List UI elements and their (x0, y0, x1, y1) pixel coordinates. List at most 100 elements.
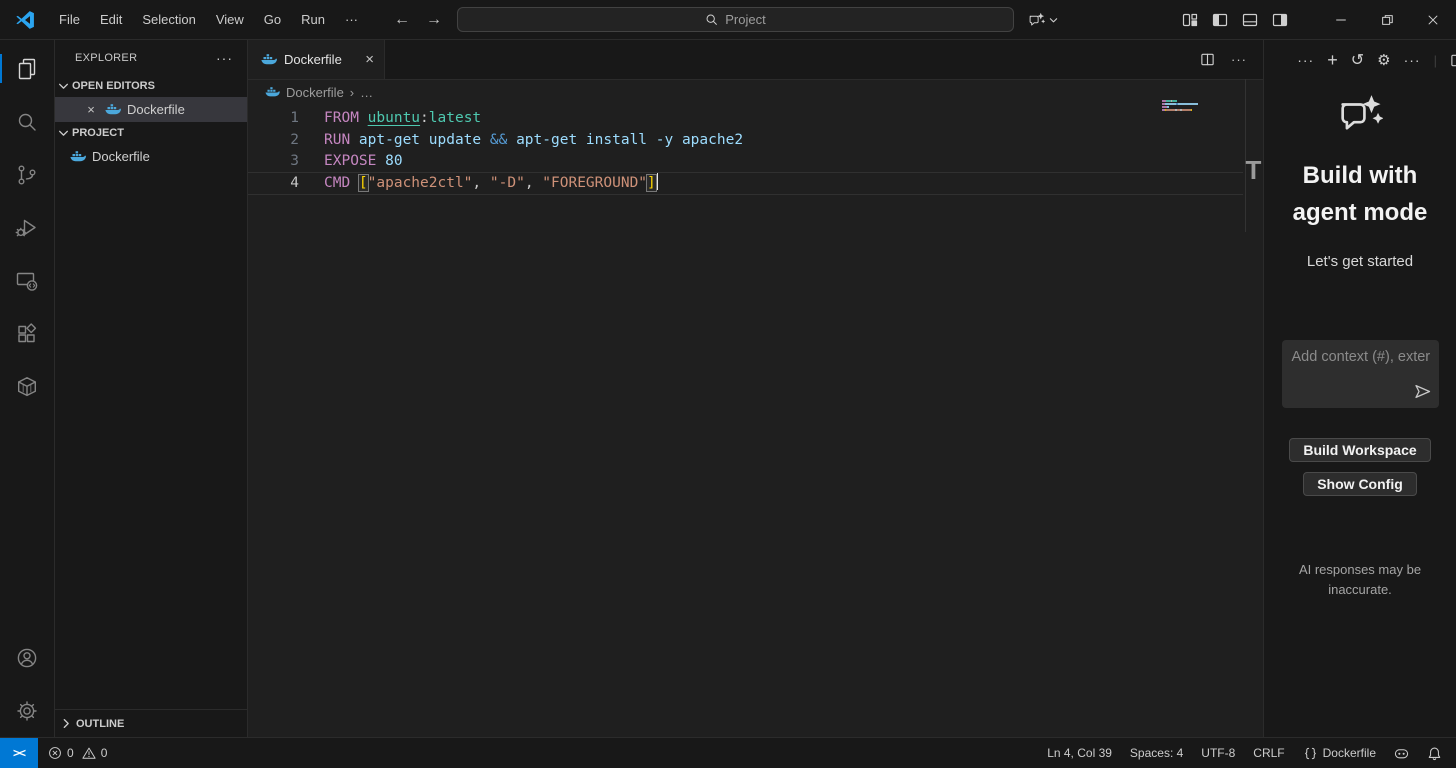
chat-more-icon[interactable]: ··· (1297, 52, 1314, 68)
forward-arrow-icon[interactable]: → (426, 11, 442, 29)
project-file-list: Dockerfile (55, 144, 247, 169)
tab-dockerfile[interactable]: Dockerfile × (248, 40, 385, 79)
chevron-down-icon (58, 81, 69, 92)
tab-close-icon[interactable]: × (365, 51, 374, 68)
customize-layout-icon[interactable] (1182, 12, 1198, 28)
status-bell[interactable] (1427, 746, 1442, 761)
menu-selection[interactable]: Selection (132, 7, 205, 33)
activity-docker[interactable] (0, 360, 54, 413)
vscode-logo-icon (15, 10, 35, 30)
toggle-panel-icon[interactable] (1242, 12, 1258, 28)
editor-more-actions-icon[interactable]: ··· (1231, 52, 1247, 67)
remote-indicator[interactable]: >< (0, 738, 38, 768)
restore-button[interactable] (1364, 0, 1410, 40)
menu-more[interactable]: ··· (335, 7, 368, 33)
editor-group: Dockerfile × ··· Dockerfile › … T 1 FROM … (248, 40, 1263, 737)
layout-controls (1182, 0, 1288, 40)
explorer-more-actions[interactable]: ··· (216, 50, 233, 66)
close-editor-icon[interactable]: × (83, 102, 99, 117)
minimize-button[interactable] (1318, 0, 1364, 40)
token-operator: && (489, 131, 517, 148)
code-editor[interactable]: T 1 FROM ubuntu:latest 2 RUN apt-get update… (248, 79, 1263, 737)
status-utf-8[interactable]: UTF-8 (1201, 746, 1235, 760)
back-arrow-icon[interactable]: ← (394, 11, 410, 29)
status-label: CRLF (1253, 746, 1285, 760)
chat-input[interactable]: Add context (#), exter (1281, 340, 1439, 408)
activity-source-control[interactable] (0, 148, 54, 201)
code-line-4[interactable]: 4 CMD ["apache2ctl", "-D", "FOREGROUND"] (248, 171, 1263, 195)
breadcrumb-file[interactable]: Dockerfile (286, 85, 344, 100)
status-dockerfile[interactable]: Dockerfile (1303, 746, 1376, 761)
titlebar-copilot-menu[interactable] (1028, 0, 1058, 40)
breadcrumb-more[interactable]: … (360, 85, 373, 100)
line-number: 4 (290, 174, 299, 191)
problems-status[interactable]: 0 0 (48, 746, 107, 760)
activity-extensions[interactable] (0, 307, 54, 360)
activity-bar (0, 40, 55, 737)
open-editor-item[interactable]: × Dockerfile (55, 97, 247, 122)
docker-file-icon (70, 151, 86, 163)
activity-settings[interactable] (0, 684, 54, 737)
status-copilot[interactable] (1394, 746, 1409, 761)
menu-view[interactable]: View (206, 7, 254, 33)
chat-overflow-icon[interactable]: ··· (1404, 52, 1421, 68)
activity-run-debug[interactable] (0, 201, 54, 254)
menu-edit[interactable]: Edit (90, 7, 132, 33)
copilot-chat-panel: ··· + ↺ ⚙ ··· | Build with agent mode Let… (1263, 40, 1456, 737)
breadcrumb[interactable]: Dockerfile › … (248, 80, 1263, 104)
build-workspace-button[interactable]: Build Workspace (1289, 438, 1431, 462)
activity-explorer[interactable] (0, 42, 54, 95)
menu-file[interactable]: File (49, 7, 90, 33)
show-config-button[interactable]: Show Config (1303, 472, 1417, 496)
status-crlf[interactable]: CRLF (1253, 746, 1284, 760)
warning-icon (82, 746, 96, 760)
toggle-primary-sidebar-icon[interactable] (1212, 12, 1228, 28)
split-editor-icon[interactable] (1200, 52, 1215, 67)
minimap-line (1162, 103, 1220, 105)
command-center-search[interactable]: Project (457, 7, 1014, 32)
chat-history-icon[interactable]: ↺ (1351, 50, 1364, 70)
status-ln-4-col-39[interactable]: Ln 4, Col 39 (1047, 746, 1112, 760)
header-separator: | (1433, 52, 1437, 68)
warning-count: 0 (100, 746, 108, 760)
copilot-chat-icon (1028, 12, 1045, 29)
tab-label: Dockerfile (284, 52, 342, 67)
token-keyword: RUN (324, 131, 359, 148)
search-placeholder: Project (725, 12, 766, 27)
welcome-title-line: Build with (1302, 162, 1418, 189)
token-link: ubuntu (367, 110, 421, 126)
status-bar-right: Ln 4, Col 39 Spaces: 4 UTF-8 CRLF Dockerfile (1047, 746, 1442, 761)
code-line-2[interactable]: 2 RUN apt-get update && apt-get install -… (248, 130, 1263, 152)
chevron-right-icon (61, 718, 72, 729)
chat-welcome: Build with agent mode Let's get started A… (1264, 80, 1456, 600)
activity-remote-explorer[interactable] (0, 254, 54, 307)
token-bracket: [ (358, 174, 368, 191)
code-line-3[interactable]: 3 EXPOSE 80 (248, 151, 1263, 173)
open-chat-editor-icon[interactable] (1450, 53, 1456, 68)
token-type: latest (428, 110, 482, 126)
open-editors-label: OPEN EDITORS (72, 80, 155, 92)
chat-settings-gear-icon[interactable]: ⚙ (1377, 51, 1390, 69)
activity-accounts[interactable] (0, 631, 54, 684)
text-cursor (656, 172, 659, 190)
copilot-icon (1394, 746, 1409, 761)
explorer-sidebar: EXPLORER ··· OPEN EDITORS × Dockerfile PR… (55, 40, 248, 737)
new-chat-icon[interactable]: + (1327, 50, 1338, 71)
project-file-item[interactable]: Dockerfile (55, 144, 247, 169)
section-open-editors[interactable]: OPEN EDITORS (55, 75, 247, 97)
toggle-secondary-sidebar-icon[interactable] (1272, 12, 1288, 28)
token-variable: apt-get update (358, 131, 490, 148)
code-line-1[interactable]: 1 FROM ubuntu:latest (248, 108, 1263, 130)
close-button[interactable] (1410, 0, 1456, 40)
token-keyword: FROM (324, 110, 368, 126)
menu-run[interactable]: Run (291, 7, 335, 33)
line-number: 3 (290, 153, 299, 169)
send-icon[interactable] (1413, 382, 1432, 401)
tab-bar: Dockerfile × ··· (248, 40, 1263, 80)
section-outline[interactable]: OUTLINE (55, 709, 247, 737)
chevron-down-icon (58, 128, 69, 139)
section-project[interactable]: PROJECT (55, 122, 247, 144)
activity-search[interactable] (0, 95, 54, 148)
menu-go[interactable]: Go (254, 7, 291, 33)
status-spaces-4[interactable]: Spaces: 4 (1130, 746, 1183, 760)
